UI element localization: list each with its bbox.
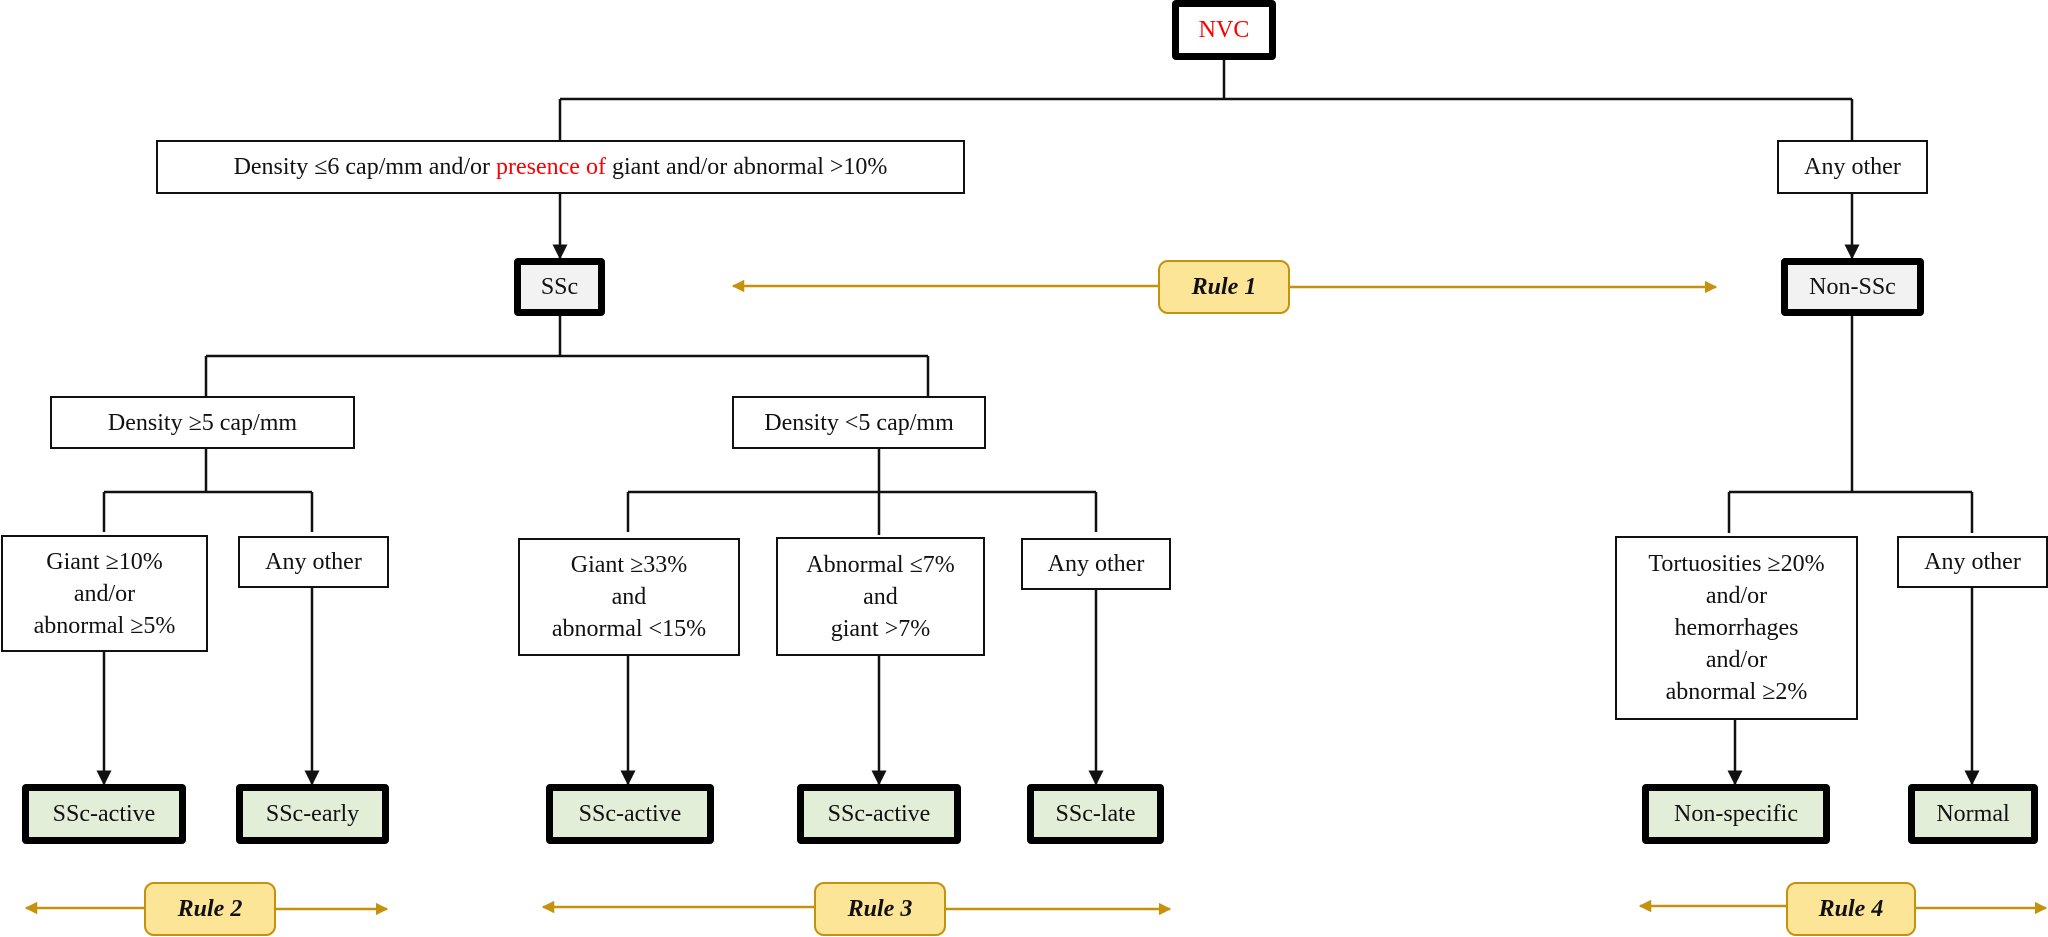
condition-any-other-top: Any other (1777, 140, 1928, 194)
criterion-abnormal-le7-label: Abnormal ≤7% and giant >7% (806, 551, 955, 642)
outcome-label: SSc-active (578, 801, 682, 827)
connector-density-ge5 (102, 449, 314, 532)
outcome-ssc-active-1: SSc-active (22, 784, 186, 844)
criterion-any-other-b: Any other (1021, 538, 1171, 590)
criterion-any-other-c: Any other (1897, 536, 2048, 588)
category-ssc-label: SSc (540, 274, 579, 300)
criterion-giant-ge10-label: Giant ≥10% and/or abnormal ≥5% (33, 548, 176, 639)
criterion-giant-ge33-label: Giant ≥33% and abnormal <15% (551, 552, 707, 642)
outcome-ssc-active-3: SSc-active (797, 784, 961, 844)
criterion-tortuosities: Tortuosities ≥20% and/or hemorrhages and… (1615, 536, 1858, 720)
condition-density-le6: Density ≤6 cap/mm and/or presence of gia… (156, 140, 965, 194)
category-non-ssc-label: Non-SSc (1809, 274, 1896, 300)
outcome-ssc-late: SSc-late (1027, 784, 1164, 844)
outcome-ssc-active-2: SSc-active (546, 784, 714, 844)
root-node-nvc: NVC (1172, 0, 1276, 60)
root-label: NVC (1198, 17, 1250, 43)
outcome-ssc-early: SSc-early (236, 784, 389, 844)
outcome-label: SSc-active (52, 801, 156, 827)
connector-ssc (204, 316, 930, 396)
rule-3-label: Rule 3 (847, 895, 913, 922)
condition-density-ge5: Density ≥5 cap/mm (50, 396, 355, 449)
condition-density-ge5-label: Density ≥5 cap/mm (107, 409, 298, 436)
criterion-giant-ge33: Giant ≥33% and abnormal <15% (518, 538, 740, 656)
connector-non-ssc (1727, 316, 1974, 533)
condition-density-le6-label: Density ≤6 cap/mm and/or presence of gia… (234, 151, 888, 183)
outcome-label: SSc-active (827, 801, 931, 827)
label-part-highlight: presence of (496, 154, 606, 180)
outcome-normal: Normal (1908, 784, 2038, 844)
rule-2-badge: Rule 2 (144, 882, 276, 936)
criterion-abnormal-le7: Abnormal ≤7% and giant >7% (776, 537, 985, 656)
rule-1-badge: Rule 1 (1158, 260, 1290, 314)
label-part: Density ≤6 cap/mm and/or (233, 154, 497, 180)
outcome-label: SSc-early (265, 801, 360, 827)
outcome-label: Normal (1936, 801, 2010, 827)
category-ssc: SSc (514, 258, 605, 316)
criterion-any-other-a: Any other (238, 536, 389, 588)
criterion-any-other-c-label: Any other (1924, 549, 2021, 575)
outcome-label: SSc-late (1055, 801, 1136, 827)
connector-density-lt5 (626, 449, 1098, 535)
criterion-any-other-b-label: Any other (1047, 551, 1145, 577)
label-part: giant and/or abnormal >10% (605, 154, 888, 180)
criterion-any-other-a-label: Any other (265, 549, 362, 575)
outcome-non-specific: Non-specific (1642, 784, 1830, 844)
criterion-tortuosities-label: Tortuosities ≥20% and/or hemorrhages and… (1648, 551, 1825, 705)
rule-4-label: Rule 4 (1818, 895, 1884, 922)
rule-1-label: Rule 1 (1191, 273, 1257, 300)
outcome-label: Non-specific (1674, 801, 1798, 827)
condition-density-lt5: Density <5 cap/mm (732, 396, 986, 449)
condition-any-other-top-label: Any other (1804, 154, 1901, 180)
category-non-ssc: Non-SSc (1781, 258, 1924, 316)
rule-2-label: Rule 2 (177, 895, 243, 922)
rule-4-badge: Rule 4 (1786, 882, 1916, 936)
rule-3-badge: Rule 3 (814, 882, 946, 936)
criterion-giant-ge10: Giant ≥10% and/or abnormal ≥5% (1, 535, 208, 652)
condition-density-lt5-label: Density <5 cap/mm (764, 409, 954, 436)
